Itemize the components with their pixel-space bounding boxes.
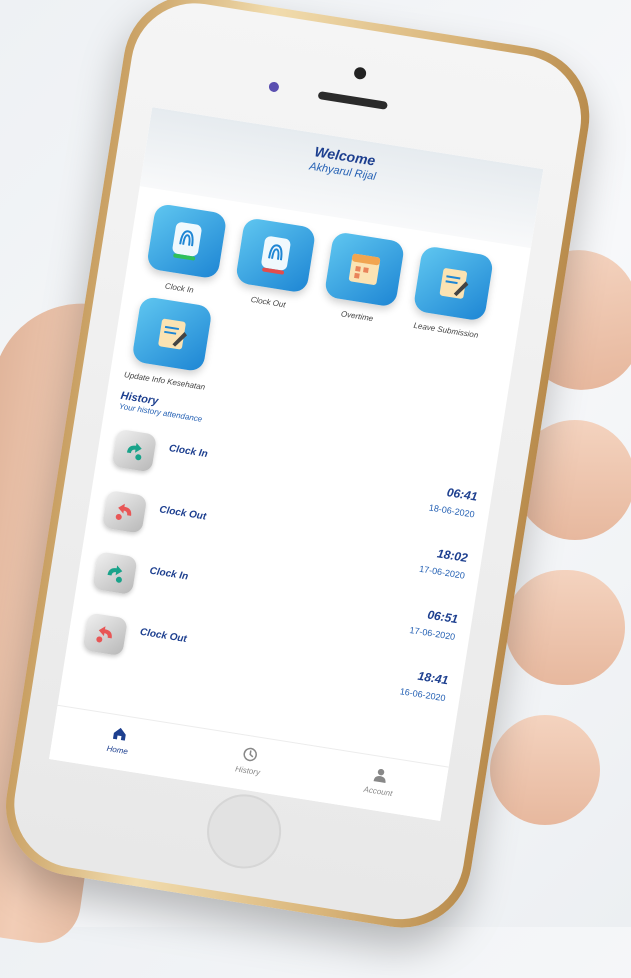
menu-leave-submission[interactable]: Leave Submission (401, 244, 503, 343)
history-date: 18-06-2020 (428, 502, 476, 520)
overtime-icon[interactable] (323, 231, 406, 308)
sensor-icon (268, 81, 280, 93)
account-icon (373, 768, 386, 783)
phone-body: Welcome Akhyarul Rijal Clock In Clock Ou… (0, 0, 600, 938)
phone-home-button[interactable] (201, 789, 287, 874)
history-date: 17-06-2020 (408, 624, 456, 643)
history-timestamp: 18:02 17-06-2020 (418, 544, 469, 581)
menu-label: Overtime (340, 309, 374, 324)
home-icon (112, 727, 126, 741)
nav-label: Home (106, 743, 129, 757)
history-timestamp: 06:51 17-06-2020 (409, 605, 459, 642)
menu-label: Leave Submission (412, 320, 479, 340)
speaker-icon (317, 91, 388, 110)
history-time: 18:41 (416, 668, 450, 688)
fingerprint-in-icon[interactable] (145, 202, 228, 280)
menu-label: Clock Out (250, 295, 287, 310)
phone: Welcome Akhyarul Rijal Clock In Clock Ou… (0, 0, 631, 978)
update-info-icon[interactable] (131, 295, 213, 373)
history-time: 18:02 (436, 546, 469, 565)
fingerprint-out-icon[interactable] (234, 217, 317, 294)
menu-update-info[interactable]: Update Info Kesehatan (119, 294, 221, 393)
nav-history[interactable]: History (179, 726, 318, 800)
clock-out-arrow-icon (101, 489, 148, 534)
phone-face: Welcome Akhyarul Rijal Clock In Clock Ou… (5, 0, 591, 929)
nav-account[interactable]: Account (310, 747, 449, 821)
app-screen: Welcome Akhyarul Rijal Clock In Clock Ou… (49, 107, 544, 821)
clock-out-arrow-icon (82, 612, 128, 657)
history-icon (243, 747, 257, 762)
history-time: 06:41 (445, 485, 479, 504)
leave-submission-icon[interactable] (412, 245, 495, 322)
clock-in-arrow-icon (92, 551, 138, 595)
history-timestamp: 18:41 16-06-2020 (399, 666, 449, 703)
history-time: 06:51 (426, 607, 460, 627)
history-date: 17-06-2020 (418, 563, 466, 581)
clock-in-arrow-icon (111, 428, 158, 473)
nav-home[interactable]: Home (49, 706, 188, 780)
menu-clock-out[interactable]: Clock Out (223, 216, 325, 315)
camera-icon (353, 66, 367, 81)
nav-label: Account (363, 784, 393, 799)
menu-overtime[interactable]: Overtime (312, 230, 414, 329)
nav-label: History (234, 764, 261, 778)
history-date: 16-06-2020 (399, 686, 447, 704)
menu-clock-in[interactable]: Clock In (134, 202, 236, 301)
history-timestamp: 06:41 18-06-2020 (428, 483, 479, 520)
